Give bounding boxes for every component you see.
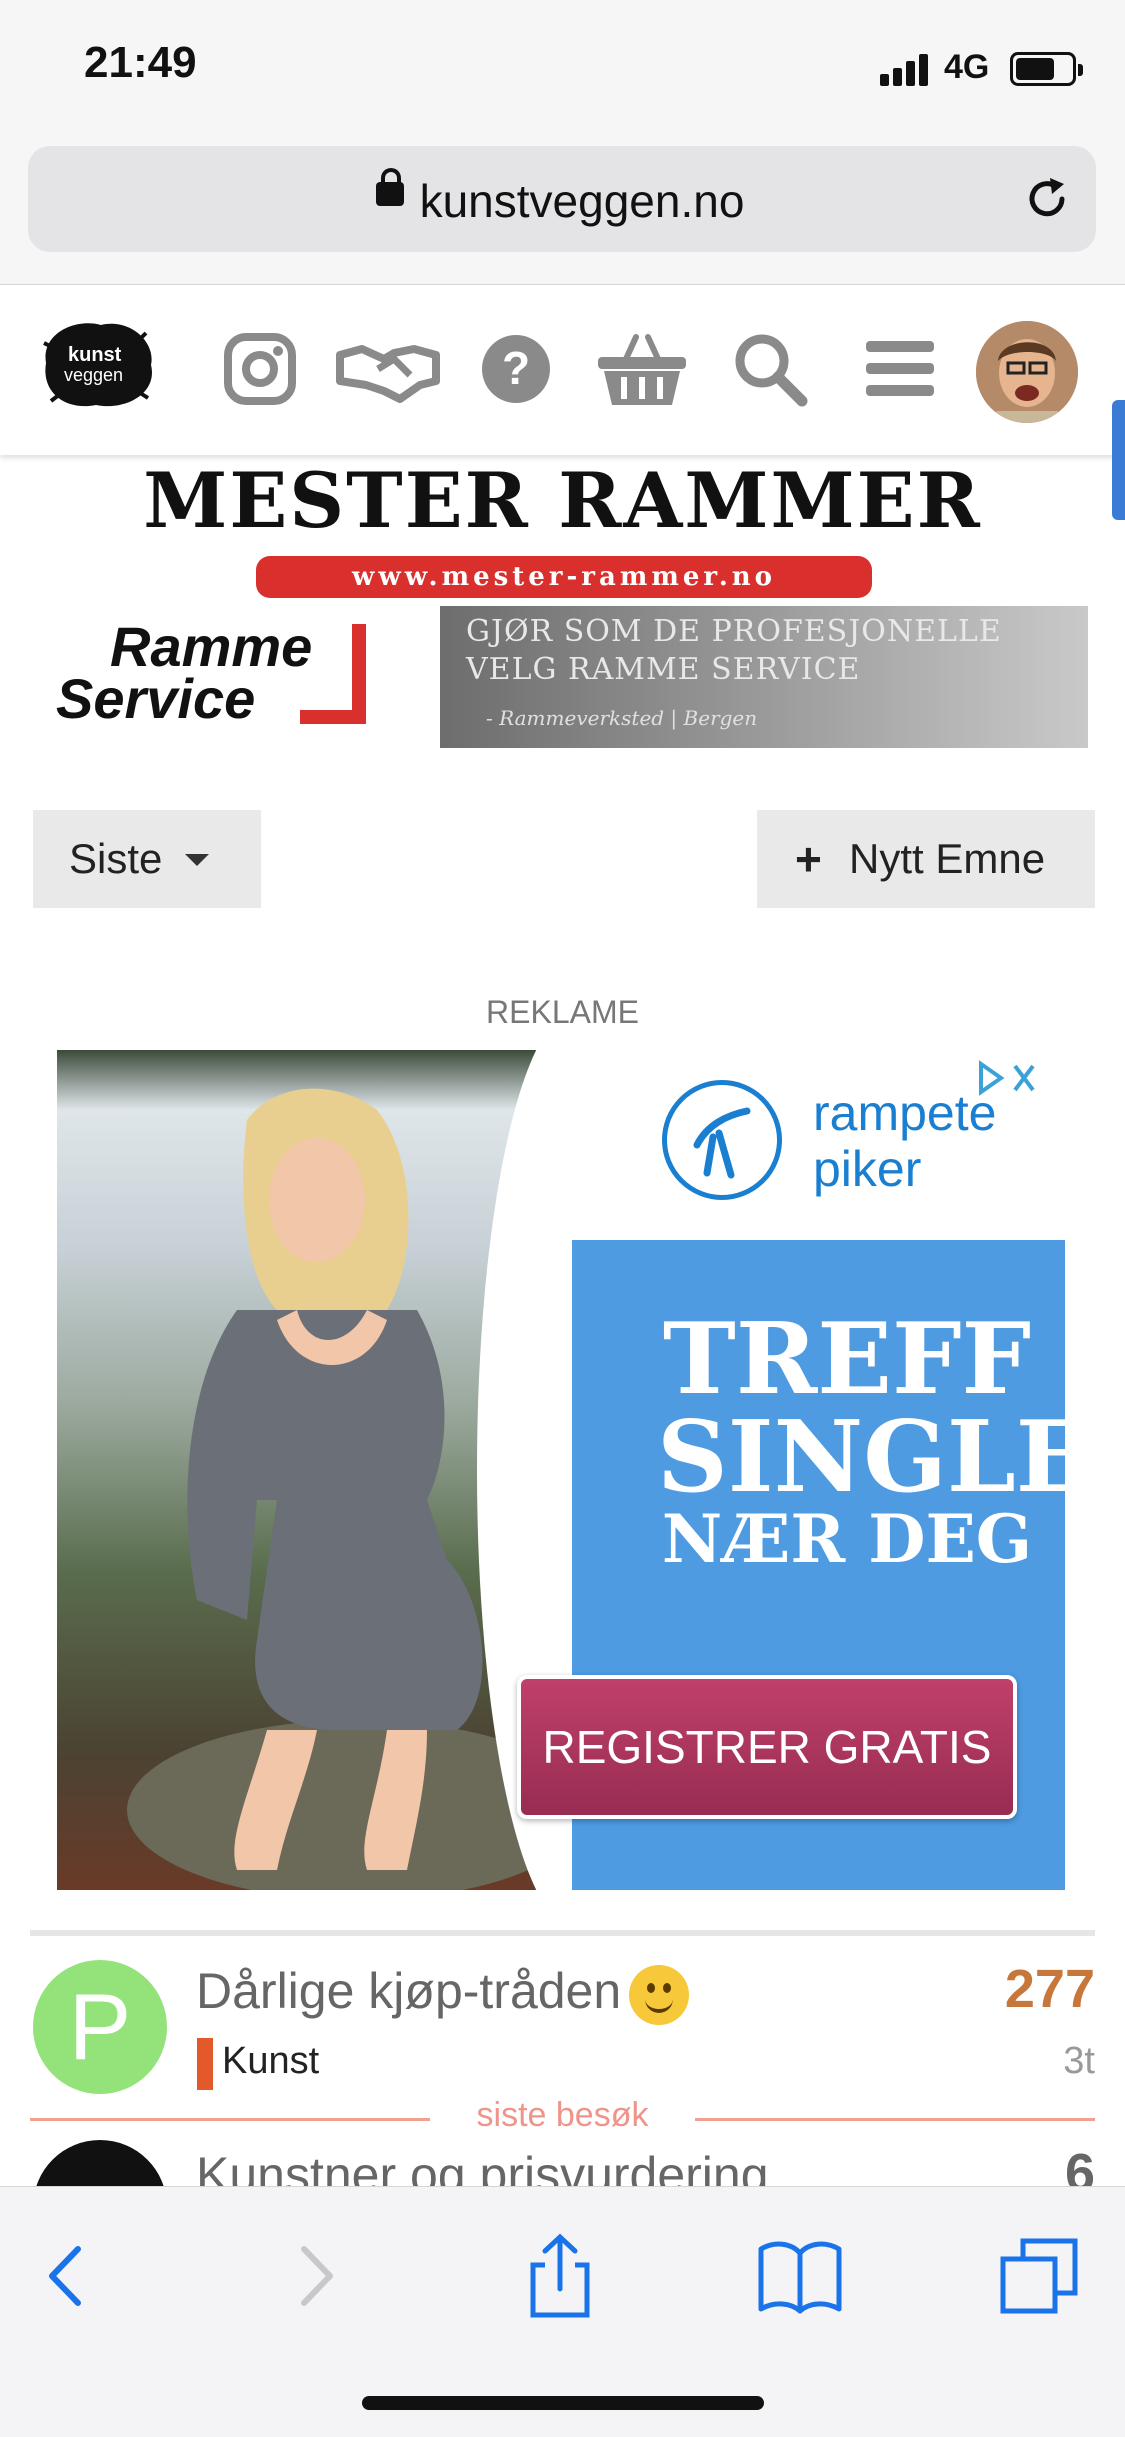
ad-brand-logo-icon [662, 1080, 782, 1200]
ramme-service-banner[interactable]: GJØR SOM DE PROFESJONELLE VELG RAMME SER… [440, 606, 1088, 748]
status-time: 21:49 [84, 38, 197, 87]
ad-choices-icon[interactable] [977, 1060, 1037, 1096]
ramme-logo-mark-base [300, 710, 366, 724]
banner-tagline-1: GJØR SOM DE PROFESJONELLE [466, 614, 1002, 649]
banner-ad-title[interactable]: MESTER RAMMER [0, 456, 1125, 545]
ad-brand-name-2: piker [813, 1141, 922, 1197]
ramme-service-logo[interactable]: Ramme Service [40, 606, 440, 748]
last-visit-label: siste besøk [430, 2096, 695, 2135]
forward-icon[interactable] [270, 2231, 360, 2321]
new-topic-label: Nytt Emne [849, 835, 1046, 882]
logo-text-kunst: kunst [68, 344, 122, 366]
network-type: 4G [944, 48, 990, 86]
topic-age[interactable]: 3t [1063, 2040, 1095, 2083]
search-icon[interactable] [730, 329, 810, 409]
banner-ad-url[interactable]: www.mester-rammer.no [256, 556, 872, 598]
category-color-badge [197, 2038, 213, 2090]
banner-tagline-2: VELG RAMME SERVICE [466, 652, 861, 687]
home-indicator[interactable] [362, 2396, 764, 2410]
banner-tagline-3: - Rammeverksted | Bergen [486, 706, 758, 730]
logo-text-veggen: veggen [64, 365, 123, 385]
topic-avatar[interactable]: P [33, 1960, 167, 2094]
address-bar[interactable]: kunstveggen.no [28, 146, 1096, 252]
caret-down-icon [185, 854, 209, 866]
site-header: kunst veggen ? [0, 285, 1125, 455]
dating-ad[interactable]: rampete piker TREFF SINGLE NÆR DEG REGIS… [57, 1050, 1065, 1890]
topic-reply-count: 277 [1004, 1959, 1095, 2019]
reload-icon[interactable] [1022, 174, 1072, 224]
lock-icon [376, 168, 404, 206]
topic-title[interactable]: Dårlige kjøp-tråden [196, 1962, 690, 2025]
signal-icon [880, 52, 932, 86]
svg-text:?: ? [502, 342, 530, 394]
ad-label: REKLAME [486, 994, 639, 1030]
battery-icon [1010, 52, 1083, 86]
filter-label: Siste [69, 835, 163, 882]
tabs-icon[interactable] [995, 2231, 1085, 2321]
ad-headline-3: NÆR DEG [661, 1500, 1033, 1578]
smiley-icon [629, 1964, 690, 2025]
instagram-icon[interactable] [220, 329, 300, 409]
status-bar: 21:49 4G [0, 0, 1125, 136]
back-icon[interactable] [22, 2231, 112, 2321]
list-divider [30, 1930, 1095, 1936]
help-icon[interactable]: ? [476, 329, 556, 409]
plus-icon: + [795, 833, 822, 885]
basket-icon[interactable] [596, 329, 688, 409]
ramme-logo-line-2: Service [56, 667, 256, 730]
topic-category[interactable]: Kunst [222, 2040, 319, 2083]
menu-icon[interactable] [860, 329, 940, 409]
new-topic-button[interactable]: + Nytt Emne [757, 810, 1095, 908]
share-icon[interactable] [515, 2231, 605, 2321]
ramme-logo-mark [352, 624, 366, 724]
handshake-icon[interactable] [336, 329, 440, 409]
ad-brand-name-1: rampete [813, 1085, 997, 1141]
bookmarks-icon[interactable] [755, 2231, 845, 2321]
browser-address-area: kunstveggen.no [0, 136, 1125, 285]
filter-dropdown-button[interactable]: Siste [33, 810, 261, 908]
ad-headline-2: SINGLE [657, 1400, 1065, 1515]
ad-register-button[interactable]: REGISTRER GRATIS [517, 1675, 1017, 1819]
user-avatar[interactable] [976, 321, 1078, 423]
url-text[interactable]: kunstveggen.no [28, 174, 1096, 228]
site-logo[interactable]: kunst veggen [36, 313, 160, 413]
topic-title-text[interactable]: Dårlige kjøp-tråden [196, 1963, 621, 2019]
